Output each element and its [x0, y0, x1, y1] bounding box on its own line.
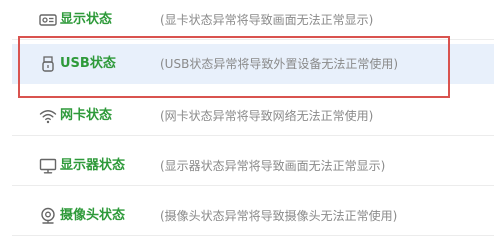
status-description: (网卡状态异常将导致网络无法正常使用)	[160, 109, 374, 123]
status-description: (摄像头状态异常将导致摄像头无法正常使用)	[160, 209, 398, 223]
status-description: (显示器状态异常将导致画面无法正常显示)	[160, 159, 386, 173]
wifi-icon	[38, 106, 58, 126]
status-description: (显卡状态异常将导致画面无法正常显示)	[160, 13, 374, 27]
monitor-icon	[38, 156, 58, 176]
usb-icon	[38, 54, 58, 74]
status-row-webcam[interactable]: 摄像头状态 (摄像头状态异常将导致摄像头无法正常使用)	[12, 196, 494, 236]
status-row-network[interactable]: 网卡状态 (网卡状态异常将导致网络无法正常使用)	[12, 96, 494, 136]
status-label: USB状态	[60, 56, 116, 71]
status-label: 摄像头状态	[60, 208, 126, 223]
status-label: 网卡状态	[60, 108, 113, 123]
hardware-status-list: 显示状态 (显卡状态异常将导致画面无法正常显示) USB状态 (USB状态异常将…	[12, 0, 494, 246]
gpu-card-icon	[38, 10, 58, 30]
status-description: (USB状态异常将导致外置设备无法正常使用)	[160, 57, 398, 71]
status-row-monitor[interactable]: 显示器状态 (显示器状态异常将导致画面无法正常显示)	[12, 146, 494, 186]
webcam-icon	[38, 206, 58, 226]
status-label: 显示状态	[60, 12, 113, 27]
status-row-display[interactable]: 显示状态 (显卡状态异常将导致画面无法正常显示)	[12, 0, 494, 40]
status-row-usb[interactable]: USB状态 (USB状态异常将导致外置设备无法正常使用)	[12, 44, 494, 84]
status-label: 显示器状态	[60, 158, 126, 173]
